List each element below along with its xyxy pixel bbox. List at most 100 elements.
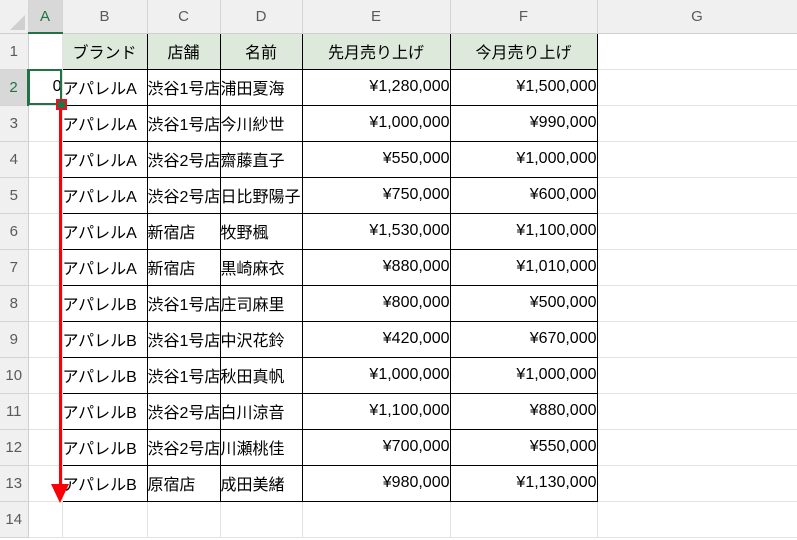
cell-d12[interactable]: 川瀬桃佳 [219,428,303,466]
cell-d10[interactable]: 秋田真帆 [219,356,303,394]
cell-f7[interactable]: ¥1,010,000 [449,248,598,286]
cell-g3[interactable] [597,105,797,142]
row-header-11[interactable]: 11 [0,393,29,430]
cell-e7[interactable]: ¥880,000 [301,248,451,286]
cell-e13[interactable]: ¥980,000 [301,464,451,502]
cell-f13[interactable]: ¥1,130,000 [449,464,598,502]
cell-g2[interactable] [597,69,797,106]
cell-c13[interactable]: 原宿店 [146,464,221,502]
cell-a10[interactable] [28,357,63,394]
cell-e9[interactable]: ¥420,000 [301,320,451,358]
cell-b8[interactable]: アパレルB [61,284,148,322]
cell-g4[interactable] [597,141,797,178]
cell-g7[interactable] [597,249,797,286]
cell-a6[interactable] [28,213,63,250]
cell-f2[interactable]: ¥1,500,000 [449,68,598,106]
cell-g6[interactable] [597,213,797,250]
cell-c6[interactable]: 新宿店 [146,212,221,250]
cell-e1[interactable]: 先月売り上げ [301,32,451,70]
cell-c3[interactable]: 渋谷1号店 [146,104,221,142]
cell-a7[interactable] [28,249,63,286]
cell-c8[interactable]: 渋谷1号店 [146,284,221,322]
cell-d5[interactable]: 日比野陽子 [219,176,303,214]
cell-b14[interactable] [62,501,148,538]
cell-c7[interactable]: 新宿店 [146,248,221,286]
cell-g10[interactable] [597,357,797,394]
cell-f14[interactable] [450,501,598,538]
row-header-9[interactable]: 9 [0,321,29,358]
row-header-2[interactable]: 2 [0,69,29,106]
cell-a9[interactable] [28,321,63,358]
column-header-d[interactable]: D [220,0,303,34]
cell-d6[interactable]: 牧野楓 [219,212,303,250]
cell-b4[interactable]: アパレルA [61,140,148,178]
cell-a4[interactable] [28,141,63,178]
row-header-4[interactable]: 4 [0,141,29,178]
cell-b1[interactable]: ブランド [61,32,148,70]
cell-c14[interactable] [147,501,221,538]
cell-f12[interactable]: ¥550,000 [449,428,598,466]
cell-f10[interactable]: ¥1,000,000 [449,356,598,394]
cell-b2[interactable]: アパレルA [61,68,148,106]
select-all-corner[interactable] [0,0,29,34]
cell-a3[interactable] [28,105,63,142]
cell-a12[interactable] [28,429,63,466]
cell-b11[interactable]: アパレルB [61,392,148,430]
column-header-a[interactable]: A [28,0,63,34]
cell-d9[interactable]: 中沢花鈴 [219,320,303,358]
cell-a5[interactable] [28,177,63,214]
worksheet-grid[interactable]: A B C D E F G 1 ブランド 店舗 名前 先月売り上げ 今月売り上げ… [0,0,797,538]
row-header-3[interactable]: 3 [0,105,29,142]
cell-e3[interactable]: ¥1,000,000 [301,104,451,142]
cell-e2[interactable]: ¥1,280,000 [301,68,451,106]
column-header-b[interactable]: B [62,0,148,34]
row-header-12[interactable]: 12 [0,429,29,466]
cell-e10[interactable]: ¥1,000,000 [301,356,451,394]
cell-e6[interactable]: ¥1,530,000 [301,212,451,250]
fill-handle[interactable] [56,99,67,110]
cell-g14[interactable] [597,501,797,538]
cell-f8[interactable]: ¥500,000 [449,284,598,322]
cell-g13[interactable] [597,465,797,502]
row-header-1[interactable]: 1 [0,33,29,70]
cell-g5[interactable] [597,177,797,214]
cell-d8[interactable]: 庄司麻里 [219,284,303,322]
cell-d11[interactable]: 白川涼音 [219,392,303,430]
cell-d1[interactable]: 名前 [219,32,303,70]
cell-c11[interactable]: 渋谷2号店 [146,392,221,430]
row-header-8[interactable]: 8 [0,285,29,322]
cell-c5[interactable]: 渋谷2号店 [146,176,221,214]
cell-e12[interactable]: ¥700,000 [301,428,451,466]
cell-d4[interactable]: 齋藤直子 [219,140,303,178]
cell-c10[interactable]: 渋谷1号店 [146,356,221,394]
cell-c1[interactable]: 店舗 [146,32,221,70]
cell-e5[interactable]: ¥750,000 [301,176,451,214]
cell-b13[interactable]: アパレルB [61,464,148,502]
cell-f4[interactable]: ¥1,000,000 [449,140,598,178]
cell-b10[interactable]: アパレルB [61,356,148,394]
cell-d13[interactable]: 成田美緒 [219,464,303,502]
cell-e8[interactable]: ¥800,000 [301,284,451,322]
cell-g8[interactable] [597,285,797,322]
cell-e11[interactable]: ¥1,100,000 [301,392,451,430]
column-header-f[interactable]: F [450,0,598,34]
cell-a1[interactable] [28,33,63,70]
cell-b3[interactable]: アパレルA [61,104,148,142]
row-header-7[interactable]: 7 [0,249,29,286]
cell-g12[interactable] [597,429,797,466]
cell-f9[interactable]: ¥670,000 [449,320,598,358]
cell-b5[interactable]: アパレルA [61,176,148,214]
cell-d7[interactable]: 黒崎麻衣 [219,248,303,286]
column-header-e[interactable]: E [302,0,451,34]
cell-f3[interactable]: ¥990,000 [449,104,598,142]
cell-f5[interactable]: ¥600,000 [449,176,598,214]
cell-d14[interactable] [220,501,303,538]
column-header-g[interactable]: G [597,0,797,34]
cell-g1[interactable] [597,33,797,70]
cell-d3[interactable]: 今川紗世 [219,104,303,142]
cell-c9[interactable]: 渋谷1号店 [146,320,221,358]
cell-a14[interactable] [28,501,63,538]
cell-g9[interactable] [597,321,797,358]
row-header-14[interactable]: 14 [0,501,29,538]
cell-c12[interactable]: 渋谷2号店 [146,428,221,466]
